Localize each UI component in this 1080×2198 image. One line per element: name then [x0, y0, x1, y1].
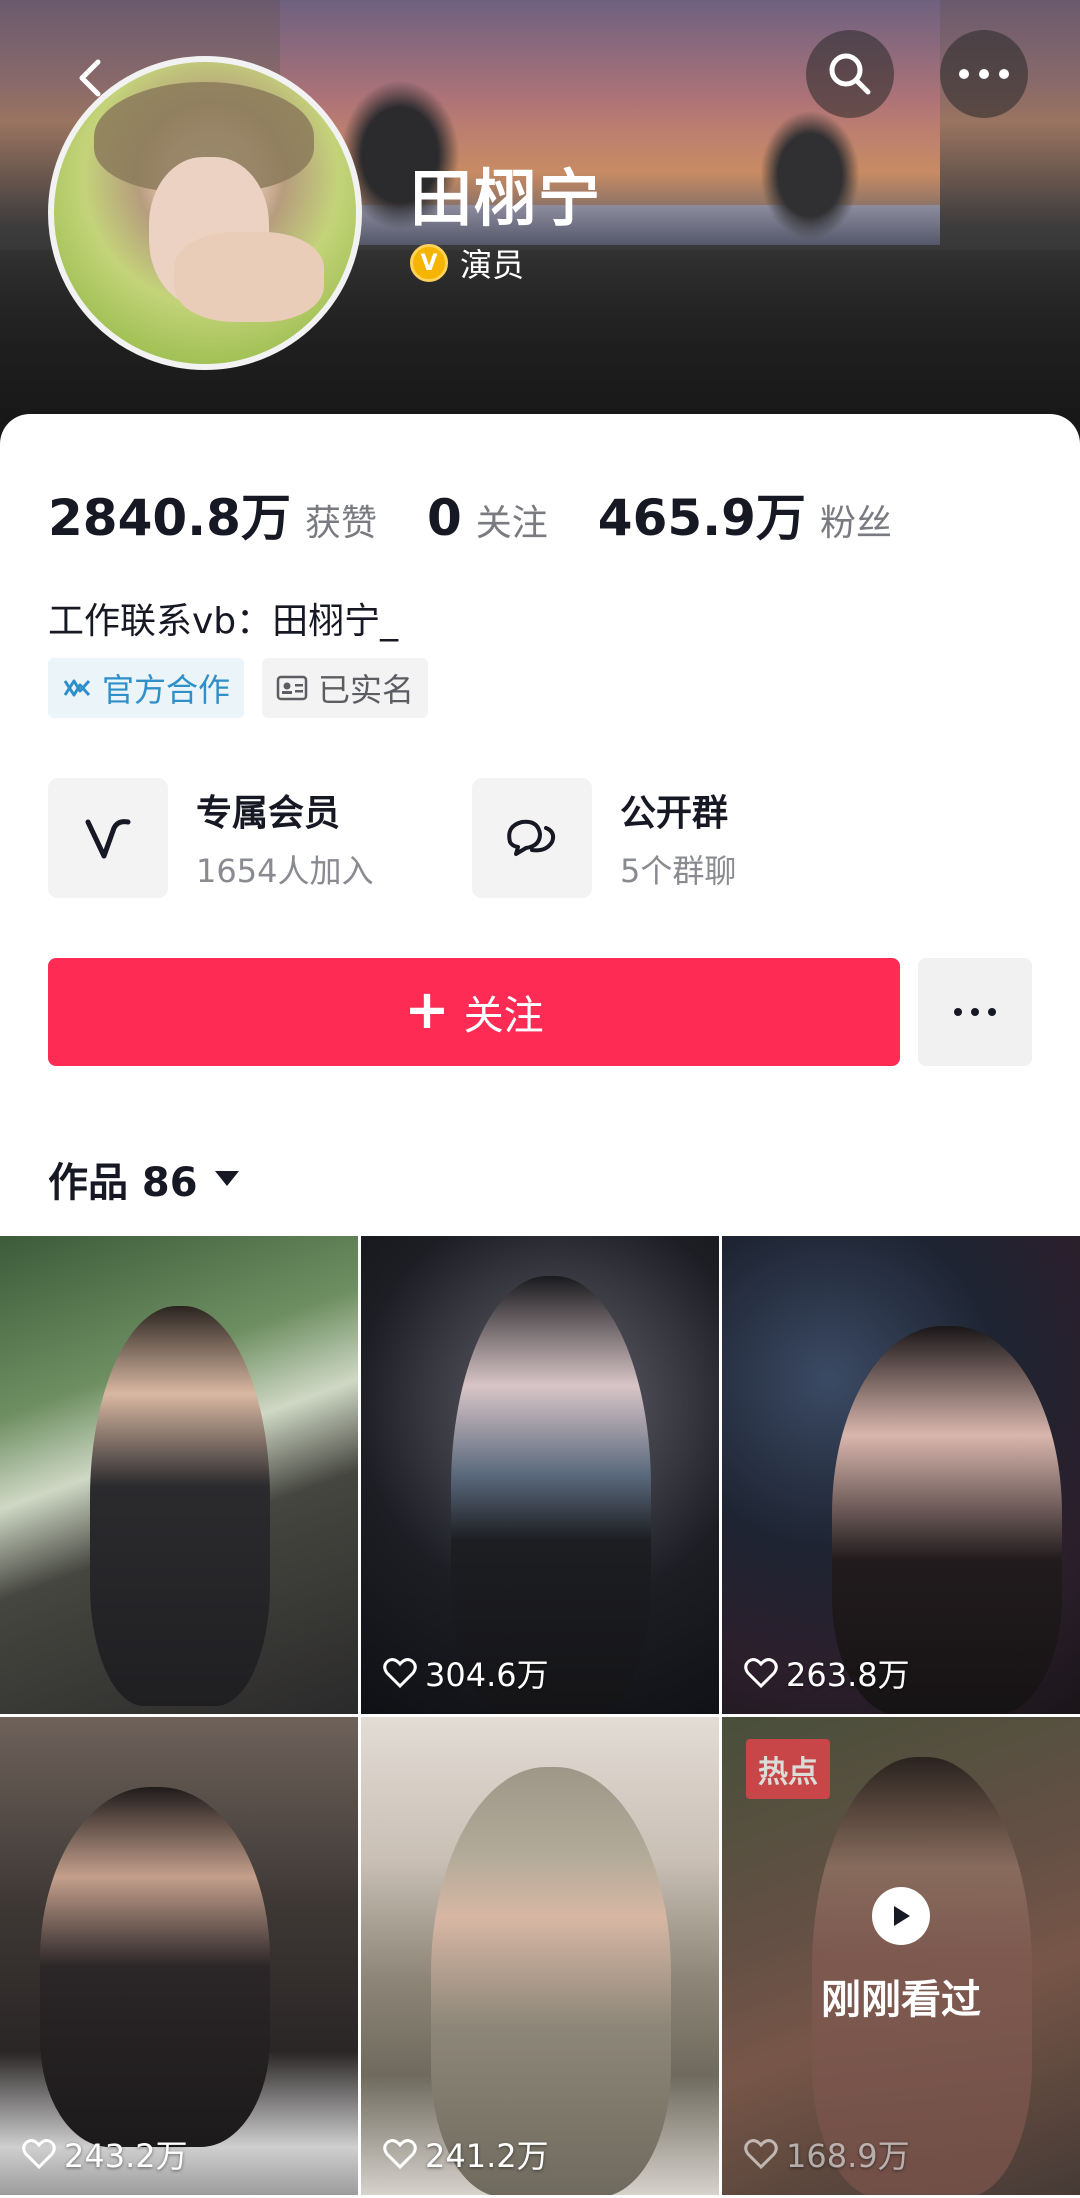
handshake-icon [63, 679, 91, 697]
heart-icon [383, 2139, 417, 2169]
like-count-value: 304.6万 [425, 1656, 549, 1694]
verify-label: 演员 [460, 246, 525, 284]
like-count: 304.6万 [383, 1650, 549, 1696]
more-icon [954, 1008, 996, 1016]
verify-row: V 演员 [410, 240, 524, 286]
member-subtitle: 1654人加入 [196, 852, 374, 890]
bio-text: 工作联系vb：田栩宁_ [48, 601, 399, 642]
chat-bubbles-icon [507, 819, 556, 856]
follow-more-button[interactable] [918, 958, 1032, 1066]
like-count-value: 241.2万 [425, 2137, 549, 2175]
stat-value: 465.9万 [597, 489, 806, 547]
avatar-hand [174, 232, 324, 322]
video-thumbnail-last-watched[interactable]: 热点 刚刚看过 168.9万 [722, 1717, 1080, 2195]
like-count: 241.2万 [383, 2131, 549, 2177]
stat-followers[interactable]: 465.9万 粉丝 [598, 478, 892, 550]
tags-row: 官方合作 已实名 [48, 658, 429, 718]
thumbnail-subject [90, 1306, 270, 1706]
stat-label: 粉丝 [819, 503, 892, 544]
v-member-icon [85, 819, 131, 859]
video-thumbnail[interactable]: 243.2万 [0, 1717, 358, 2195]
more-options-button[interactable] [940, 30, 1028, 118]
stat-label: 获赞 [304, 503, 377, 544]
stats-row: 2840.8万 获赞 0 关注 465.9万 粉丝 [48, 478, 942, 550]
like-count: 263.8万 [744, 1650, 910, 1696]
profile-card: 2840.8万 获赞 0 关注 465.9万 粉丝 工作联系vb：田栩宁_ 官方… [0, 414, 1080, 2198]
member-title: 专属会员 [196, 793, 341, 834]
video-thumbnail[interactable]: 263.8万 [722, 1236, 1080, 1714]
stat-value: 2840.8万 [48, 489, 291, 547]
profile-name: 田栩宁 [410, 162, 603, 235]
tag-label: 已实名 [318, 671, 415, 709]
heart-icon [383, 1658, 417, 1688]
exclusive-membership[interactable]: 专属会员 1654人加入 [48, 778, 373, 898]
group-subtitle: 5个群聊 [620, 852, 737, 890]
caret-down-icon [214, 1171, 239, 1186]
hot-badge: 热点 [746, 1739, 830, 1799]
plus-icon: + [404, 978, 450, 1041]
like-count: 243.2万 [22, 2131, 188, 2177]
video-thumbnail[interactable]: 241.2万 [361, 1717, 719, 2195]
stat-likes[interactable]: 2840.8万 获赞 [48, 478, 377, 550]
like-count-value: 168.9万 [786, 2137, 910, 2175]
group-icon-box [472, 778, 592, 898]
follow-button[interactable]: + 关注 [48, 958, 900, 1066]
follow-label: 关注 [463, 993, 544, 1039]
verified-icon: V [410, 244, 448, 282]
stat-label: 关注 [475, 503, 548, 544]
more-icon [959, 69, 1009, 79]
search-icon [829, 53, 871, 95]
like-count-value: 243.2万 [64, 2137, 188, 2175]
video-thumbnail[interactable]: 304.6万 [361, 1236, 719, 1714]
official-cooperation-tag[interactable]: 官方合作 [48, 658, 245, 718]
search-button[interactable] [806, 30, 894, 118]
works-tab[interactable]: 作品 86 [48, 1150, 240, 1208]
works-label: 作品 86 [48, 1160, 198, 1206]
stat-following[interactable]: 0 关注 [427, 489, 548, 547]
stat-value: 0 [426, 489, 462, 547]
realname-tag[interactable]: 已实名 [262, 658, 429, 718]
public-group[interactable]: 公开群 5个群聊 [472, 778, 736, 898]
group-title: 公开群 [620, 793, 729, 834]
play-icon [872, 1887, 930, 1945]
thumbnail-subject [40, 1787, 270, 2147]
like-count-value: 263.8万 [786, 1656, 910, 1694]
id-card-icon [276, 675, 308, 701]
cover-tree [760, 110, 860, 240]
like-count: 168.9万 [744, 2131, 910, 2177]
video-grid: 304.6万 263.8万 243.2万 241.2万 热点 刚刚看过 168.… [0, 1236, 1080, 2195]
thumbnail-subject [451, 1276, 651, 1714]
recently-watched-label: 刚刚看过 [821, 1977, 981, 2023]
avatar[interactable] [48, 56, 362, 370]
heart-icon [744, 1658, 778, 1688]
member-icon-box [48, 778, 168, 898]
heart-icon [744, 2139, 778, 2169]
heart-icon [22, 2139, 56, 2169]
video-thumbnail[interactable] [0, 1236, 358, 1714]
tag-label: 官方合作 [102, 671, 231, 709]
